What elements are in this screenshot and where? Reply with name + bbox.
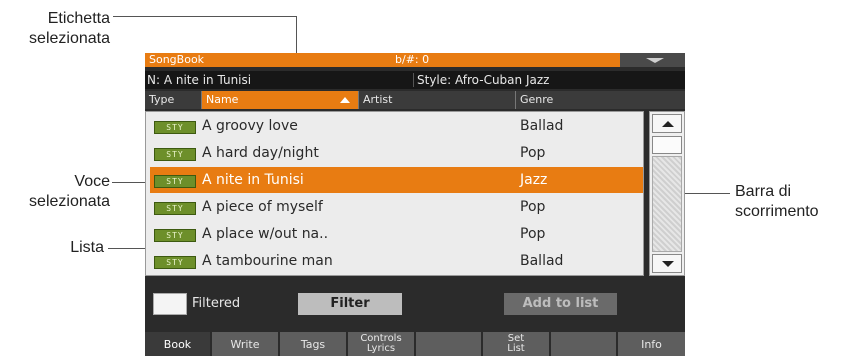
tab-empty: [416, 332, 483, 356]
tab-label: Tags: [300, 337, 326, 351]
tab-label: Controls Lyrics: [360, 334, 401, 354]
column-header-name[interactable]: Name: [202, 91, 358, 109]
tab-bar: Book Write Tags Controls Lyrics Set List…: [145, 332, 685, 356]
current-entry-name: N: A nite in Tunisi: [147, 73, 252, 87]
tab-label: Write: [230, 337, 260, 351]
entry-genre: Pop: [520, 145, 546, 161]
tab-set-list[interactable]: Set List: [483, 332, 551, 356]
callout-text-line: selezionata: [29, 30, 110, 47]
callout-text-line: scorrimento: [735, 203, 819, 220]
entry-genre: Ballad: [520, 253, 564, 269]
tab-write[interactable]: Write: [212, 332, 280, 356]
callout-line: [108, 248, 150, 249]
callout-line: [113, 16, 296, 17]
column-header-type[interactable]: Type: [145, 91, 201, 109]
entry-name: A nite in Tunisi: [202, 172, 304, 188]
entry-name: A groovy love: [202, 118, 298, 134]
key-transpose-info: b/#: 0: [395, 53, 430, 66]
style-type-badge: STY: [154, 202, 196, 215]
list-item[interactable]: STY A hard day/night Pop: [150, 140, 643, 166]
callout-text-line: Voce: [74, 173, 110, 190]
scroll-track[interactable]: [652, 156, 682, 252]
filtered-label: Filtered: [192, 296, 241, 311]
style-type-badge: STY: [154, 121, 196, 134]
entry-name: A hard day/night: [202, 145, 319, 161]
sort-ascending-icon: [340, 97, 350, 103]
info-divider: [413, 73, 414, 87]
list-item[interactable]: STY A place w/out na.. Pop: [150, 221, 643, 247]
entry-genre: Pop: [520, 199, 546, 215]
songbook-screen: SongBook b/#: 0 N: A nite in Tunisi Styl…: [145, 53, 685, 356]
callout-selected-label: Etichetta selezionata: [0, 9, 110, 49]
callout-text-line: Barra di: [735, 183, 792, 200]
song-list[interactable]: STY A groovy love Ballad STY A hard day/…: [145, 111, 644, 276]
entry-genre: Jazz: [520, 172, 548, 188]
style-type-badge: STY: [154, 175, 196, 188]
scroll-thumb[interactable]: [652, 136, 682, 154]
column-header-label: Artist: [363, 93, 393, 106]
add-to-list-button[interactable]: Add to list: [504, 293, 617, 315]
callout-text-line: Lista: [70, 239, 104, 256]
column-header-genre[interactable]: Genre: [516, 91, 685, 109]
tab-label: Set List: [507, 334, 524, 354]
callout-text-line: selezionata: [29, 193, 110, 210]
entry-name: A tambourine man: [202, 253, 333, 269]
scroll-up-button[interactable]: [652, 114, 682, 133]
list-scrollbar[interactable]: [649, 111, 685, 276]
entry-name: A piece of myself: [202, 199, 323, 215]
entry-name: A place w/out na..: [202, 226, 329, 242]
column-header-label: Type: [149, 93, 175, 106]
tab-tags[interactable]: Tags: [280, 332, 348, 356]
column-headers: Type Name Artist Genre: [145, 91, 685, 109]
tab-label-line: List: [507, 343, 525, 354]
top-bar: SongBook b/#: 0: [145, 53, 685, 67]
tab-label-line: Lyrics: [366, 343, 396, 354]
style-type-badge: STY: [154, 256, 196, 269]
menu-arrow-icon: [646, 58, 664, 63]
callout-list: Lista: [0, 238, 104, 258]
info-bar: N: A nite in Tunisi Style: Afro-Cuban Ja…: [145, 71, 685, 89]
callout-scrollbar: Barra di scorrimento: [735, 182, 848, 222]
arrow-up-icon: [662, 121, 674, 127]
tab-controls-lyrics[interactable]: Controls Lyrics: [348, 332, 416, 356]
style-type-badge: STY: [154, 229, 196, 242]
list-item[interactable]: STY A tambourine man Ballad: [150, 248, 643, 274]
current-style: Style: Afro-Cuban Jazz: [417, 73, 550, 87]
style-type-badge: STY: [154, 148, 196, 161]
filtered-checkbox[interactable]: [153, 293, 187, 315]
list-item[interactable]: STY A groovy love Ballad: [150, 113, 643, 139]
tab-label: Info: [641, 337, 662, 351]
list-item[interactable]: STY A piece of myself Pop: [150, 194, 643, 220]
entry-genre: Ballad: [520, 118, 564, 134]
entry-genre: Pop: [520, 226, 546, 242]
column-header-label: Genre: [520, 93, 554, 106]
column-header-artist[interactable]: Artist: [359, 91, 515, 109]
tab-info[interactable]: Info: [618, 332, 685, 356]
page-menu-button[interactable]: [620, 53, 685, 67]
tab-label: Book: [163, 337, 192, 351]
callout-selected-item: Voce selezionata: [0, 172, 110, 212]
column-header-label: Name: [206, 93, 239, 106]
tab-book[interactable]: Book: [145, 332, 212, 356]
scroll-down-button[interactable]: [652, 254, 682, 273]
tab-empty: [551, 332, 618, 356]
list-item-selected[interactable]: STY A nite in Tunisi Jazz: [150, 167, 643, 193]
page-title: SongBook: [149, 53, 205, 66]
arrow-down-icon: [662, 261, 674, 267]
callout-text-line: Etichetta: [47, 10, 110, 27]
filter-button[interactable]: Filter: [298, 293, 402, 315]
